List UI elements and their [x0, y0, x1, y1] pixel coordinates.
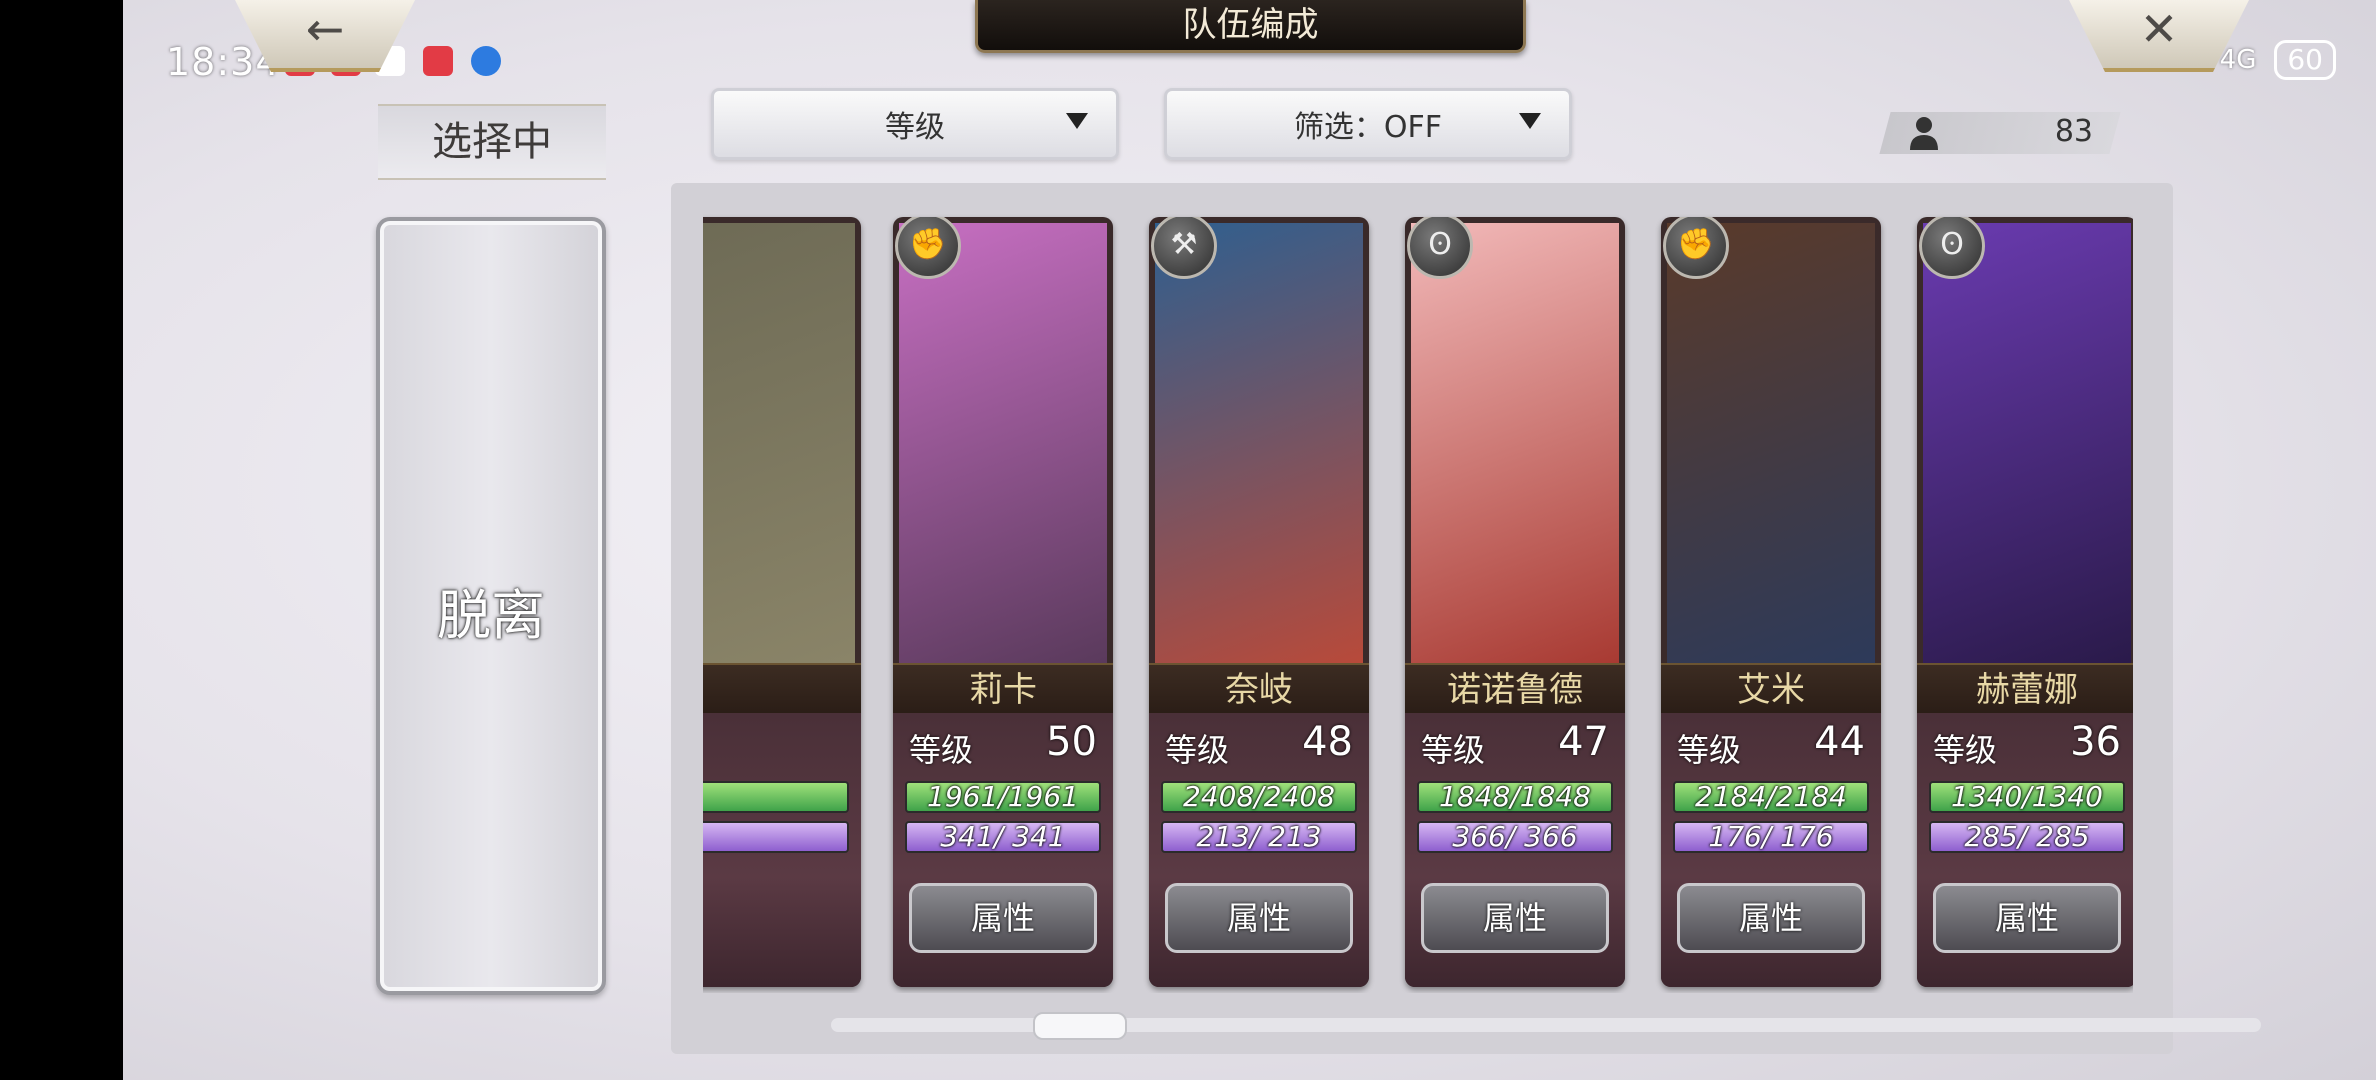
card-stats: 等级 36 1340/1340 285/ 285 属性: [1917, 713, 2133, 987]
card-stats: 等级 47 1848/1848 366/ 366 属性: [1405, 713, 1625, 987]
hp-bar: 1848/1848: [1417, 781, 1613, 813]
chevron-down-icon: [1066, 113, 1088, 129]
mp-bar: 366/ 366: [1417, 821, 1613, 853]
attribute-button[interactable]: 属性: [1165, 883, 1353, 953]
card-name: 艾米: [1661, 663, 1881, 715]
detach-label: 脱离: [437, 584, 545, 647]
filter-dropdown-label: 筛选：OFF: [1293, 110, 1443, 145]
card-stats: [703, 713, 861, 987]
sort-dropdown[interactable]: 等级: [711, 88, 1119, 160]
scrollbar-thumb[interactable]: [1033, 1012, 1127, 1040]
level-value: 36: [2070, 719, 2121, 765]
character-card[interactable]: ʘ 赫蕾娜 等级 36 1340/1340 285/ 285 属性: [1917, 217, 2133, 987]
person-icon: [1910, 117, 1938, 150]
chevron-down-icon: [1519, 113, 1541, 129]
attribute-button[interactable]: 属性: [909, 883, 1097, 953]
level-label: 等级: [1677, 731, 1742, 769]
mp-bar: 285/ 285: [1929, 821, 2125, 853]
character-card[interactable]: ✊ 莉卡 等级 50 1961/1961 341/ 341 属性: [893, 217, 1113, 987]
level-value: 48: [1302, 719, 1353, 765]
portrait: [1411, 223, 1619, 663]
battery-icon: 60: [2274, 40, 2336, 80]
roster-list: ✊ 莉卡 等级 50 1961/1961 341/ 341 属性 ⚒ 奈岐 等级…: [703, 213, 2133, 993]
back-arrow-icon: ←: [305, 2, 345, 56]
attribute-button[interactable]: 属性: [1933, 883, 2121, 953]
portrait: [1923, 223, 2131, 663]
card-name: 赫蕾娜: [1917, 663, 2133, 715]
game-screen: 18:34 5G 4G 60 ← 队伍编成 ✕ 等级 筛选：OFF 83 选择中…: [123, 0, 2376, 1080]
filter-dropdown[interactable]: 筛选：OFF: [1164, 88, 1572, 160]
attribute-button[interactable]: 属性: [1677, 883, 1865, 953]
hp-bar: [703, 781, 849, 813]
hp-bar: 1961/1961: [905, 781, 1101, 813]
page-title: 队伍编成: [975, 0, 1526, 53]
card-stats: 等级 48 2408/2408 213/ 213 属性: [1149, 713, 1369, 987]
character-card[interactable]: ⚒ 奈岐 等级 48 2408/2408 213/ 213 属性: [1149, 217, 1369, 987]
portrait: [1667, 223, 1875, 663]
close-x-icon: ✕: [2139, 2, 2179, 56]
level-label: 等级: [909, 731, 974, 769]
card-stats: 等级 50 1961/1961 341/ 341 属性: [893, 713, 1113, 987]
mp-bar: [703, 821, 849, 853]
level-label: 等级: [1933, 731, 1998, 769]
card-name: 奈岐: [1149, 663, 1369, 715]
character-card[interactable]: [703, 217, 861, 987]
character-card[interactable]: ✊ 艾米 等级 44 2184/2184 176/ 176 属性: [1661, 217, 1881, 987]
character-card[interactable]: ʘ 诺诺鲁德 等级 47 1848/1848 366/ 366 属性: [1405, 217, 1625, 987]
app-icon: [471, 46, 501, 76]
level-value: 44: [1814, 719, 1865, 765]
attribute-button[interactable]: 属性: [1421, 883, 1609, 953]
mp-bar: 213/ 213: [1161, 821, 1357, 853]
mp-bar: 176/ 176: [1673, 821, 1869, 853]
notification-icon: [423, 46, 453, 76]
hp-bar: 2184/2184: [1673, 781, 1869, 813]
portrait: [1155, 223, 1363, 663]
level-value: 47: [1558, 719, 1609, 765]
card-name: 莉卡: [893, 663, 1113, 715]
card-name: [703, 663, 861, 715]
portrait: [703, 223, 855, 663]
mp-bar: 341/ 341: [905, 821, 1101, 853]
level-label: 等级: [1421, 731, 1486, 769]
level-value: 50: [1046, 719, 1097, 765]
level-label: 等级: [1165, 731, 1230, 769]
portrait: [899, 223, 1107, 663]
card-name: 诺诺鲁德: [1405, 663, 1625, 715]
hp-bar: 2408/2408: [1161, 781, 1357, 813]
sort-dropdown-label: 等级: [885, 110, 945, 145]
roster-count: 83: [2054, 114, 2093, 149]
card-stats: 等级 44 2184/2184 176/ 176 属性: [1661, 713, 1881, 987]
hp-bar: 1340/1340: [1929, 781, 2125, 813]
detach-button[interactable]: 脱离: [376, 217, 606, 995]
selecting-label: 选择中: [378, 104, 606, 180]
